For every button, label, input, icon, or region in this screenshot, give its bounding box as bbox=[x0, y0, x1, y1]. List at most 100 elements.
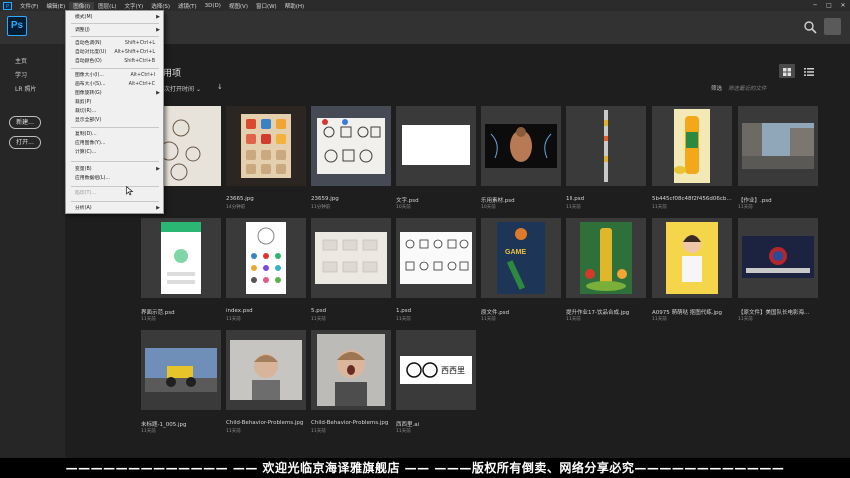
file-thumb-7[interactable] bbox=[652, 106, 732, 186]
menu-item-label: 裁剪(P) bbox=[75, 100, 92, 105]
menu-item-apply-data-set[interactable]: 应用数据组(L)... bbox=[66, 174, 163, 183]
minimize-button[interactable]: ─ bbox=[808, 0, 822, 11]
file-date: 11天前 bbox=[396, 429, 411, 434]
menu-item-adjustments[interactable]: 调整(J) ▶ bbox=[66, 26, 163, 35]
sort-label: 次打开时间 bbox=[164, 86, 195, 93]
file-date: 11天前 bbox=[738, 317, 753, 322]
sidebar-item-learn[interactable]: 学习 bbox=[15, 70, 27, 79]
menu-item-auto-tone[interactable]: 自动色调(N) Shift+Ctrl+L bbox=[66, 39, 163, 48]
menu-item-image-rotation[interactable]: 图像旋转(G) ▶ bbox=[66, 89, 163, 98]
new-button[interactable]: 新建... bbox=[9, 116, 41, 129]
menu-item-auto-color[interactable]: 自动颜色(O) Shift+Ctrl+B bbox=[66, 57, 163, 66]
menu-help[interactable]: 帮助(H) bbox=[281, 2, 308, 10]
file-thumb-16[interactable] bbox=[738, 218, 818, 298]
menu-separator bbox=[71, 201, 159, 202]
file-name: 乐用素材.psd bbox=[481, 198, 515, 204]
menu-item-image-size[interactable]: 图像大小(I)... Alt+Ctrl+I bbox=[66, 71, 163, 80]
menu-separator bbox=[71, 161, 159, 162]
menu-window[interactable]: 窗口(W) bbox=[252, 2, 281, 10]
file-thumb-9[interactable] bbox=[141, 218, 221, 298]
menu-item-label: 复制(D)... bbox=[75, 132, 97, 137]
file-thumb-15[interactable] bbox=[652, 218, 732, 298]
menu-item-label: 应用数据组(L)... bbox=[75, 176, 110, 181]
file-name: Child-Behavior-Problems.jpg bbox=[311, 420, 389, 426]
file-name: 23659.jpg bbox=[311, 196, 339, 202]
file-thumb-14[interactable] bbox=[566, 218, 646, 298]
menu-item-label: 图像旋转(G) bbox=[75, 91, 102, 96]
menu-item-label: 变量(B) bbox=[75, 167, 92, 172]
menu-item-crop[interactable]: 裁剪(P) bbox=[66, 98, 163, 107]
file-thumb-12[interactable] bbox=[396, 218, 476, 298]
file-thumb-17[interactable] bbox=[141, 330, 221, 410]
menu-item-calculations[interactable]: 计算(C)... bbox=[66, 148, 163, 157]
filter-input[interactable]: 筛选最近的文件 bbox=[728, 84, 767, 92]
file-thumb-6[interactable] bbox=[566, 106, 646, 186]
file-name: 界面示范.psd bbox=[141, 310, 175, 316]
maximize-button[interactable]: □ bbox=[822, 0, 836, 11]
file-thumb-4[interactable] bbox=[396, 106, 476, 186]
file-thumb-10[interactable] bbox=[226, 218, 306, 298]
grid-view-button[interactable] bbox=[779, 64, 795, 78]
menu-type[interactable]: 文字(Y) bbox=[121, 2, 148, 10]
menu-item-label: 自动对比度(U) bbox=[75, 50, 107, 55]
file-name: 原文件.psd bbox=[481, 310, 510, 316]
tea-drink-thumb bbox=[652, 106, 732, 186]
file-thumb-2[interactable] bbox=[226, 106, 306, 186]
sort-direction-icon[interactable]: ↓ bbox=[217, 83, 223, 91]
close-button[interactable]: ✕ bbox=[836, 0, 850, 11]
file-thumb-8[interactable] bbox=[738, 106, 818, 186]
file-date: 11天前 bbox=[141, 317, 156, 322]
menu-item-reveal-all[interactable]: 显示全部(V) bbox=[66, 116, 163, 125]
line-icons-thumb bbox=[311, 106, 391, 186]
search-icon[interactable] bbox=[803, 20, 817, 34]
menu-item-trap: 陷印(T)... bbox=[66, 189, 163, 198]
file-date: 11天前 bbox=[226, 429, 241, 434]
file-thumb-11[interactable] bbox=[311, 218, 391, 298]
menu-item-analysis[interactable]: 分析(A) ▶ bbox=[66, 204, 163, 213]
ps-mini-icon: P bbox=[3, 1, 12, 10]
menu-file[interactable]: 文件(F) bbox=[16, 2, 42, 10]
list-view-button[interactable] bbox=[801, 64, 817, 78]
menu-item-label: 调整(J) bbox=[75, 28, 90, 33]
file-thumb-13[interactable]: GAME bbox=[481, 218, 561, 298]
file-name: 未标题-1_005.jpg bbox=[141, 422, 187, 428]
file-date: 11天前 bbox=[652, 317, 667, 322]
menu-item-duplicate[interactable]: 复制(D)... bbox=[66, 130, 163, 139]
file-name: 1.psd bbox=[396, 308, 412, 314]
menu-item-canvas-size[interactable]: 画布大小(S)... Alt+Ctrl+C bbox=[66, 80, 163, 89]
open-button[interactable]: 打开... bbox=[9, 136, 41, 149]
menu-filter[interactable]: 滤镜(T) bbox=[174, 2, 201, 10]
menu-item-shortcut: Alt+Ctrl+I bbox=[130, 73, 155, 78]
boy-photo-thumb bbox=[226, 330, 306, 410]
file-thumb-19[interactable] bbox=[311, 330, 391, 410]
menu-image[interactable]: 图像(I) bbox=[69, 1, 95, 10]
file-thumb-20[interactable]: 西西里 bbox=[396, 330, 476, 410]
file-date: 11天前 bbox=[311, 317, 326, 322]
file-thumb-18[interactable] bbox=[226, 330, 306, 410]
white-canvas-thumb bbox=[396, 106, 476, 186]
menu-item-apply-image[interactable]: 应用图像(Y)... bbox=[66, 139, 163, 148]
file-name: 23665.jpg bbox=[226, 196, 254, 202]
sidebar-item-home[interactable]: 主页 bbox=[15, 56, 27, 65]
menu-item-mode[interactable]: 模式(M) ▶ bbox=[66, 13, 163, 22]
menu-item-trim[interactable]: 裁切(R)... bbox=[66, 107, 163, 116]
file-date: 11天前 bbox=[226, 317, 241, 322]
menu-view[interactable]: 视图(V) bbox=[225, 2, 252, 10]
user-avatar[interactable] bbox=[824, 18, 841, 35]
sidebar-item-lr-photos[interactable]: LR 照片 bbox=[15, 84, 36, 93]
menu-item-variables[interactable]: 变量(B) ▶ bbox=[66, 165, 163, 174]
file-thumb-5[interactable] bbox=[481, 106, 561, 186]
menu-item-label: 陷印(T)... bbox=[75, 191, 96, 196]
jeep-thumb bbox=[141, 330, 221, 410]
menu-layer[interactable]: 图层(L) bbox=[94, 2, 120, 10]
menu-select[interactable]: 选择(S) bbox=[147, 2, 174, 10]
footer-watermark: ————————————— —— 欢迎光临京海译雅旗舰店 —— ———版权所有倒… bbox=[0, 458, 850, 478]
sort-dropdown[interactable]: 次打开时间 ⌄ bbox=[164, 84, 201, 93]
file-thumb-3[interactable] bbox=[311, 106, 391, 186]
menu-item-auto-contrast[interactable]: 自动对比度(U) Alt+Shift+Ctrl+L bbox=[66, 48, 163, 57]
girl-cutout-thumb bbox=[652, 218, 732, 298]
menu-3d[interactable]: 3D(D) bbox=[201, 3, 225, 9]
file-name: Child-Behavior-Problems.jpg bbox=[226, 420, 304, 426]
strip-thumb bbox=[566, 106, 646, 186]
menu-edit[interactable]: 编辑(E) bbox=[42, 2, 69, 10]
